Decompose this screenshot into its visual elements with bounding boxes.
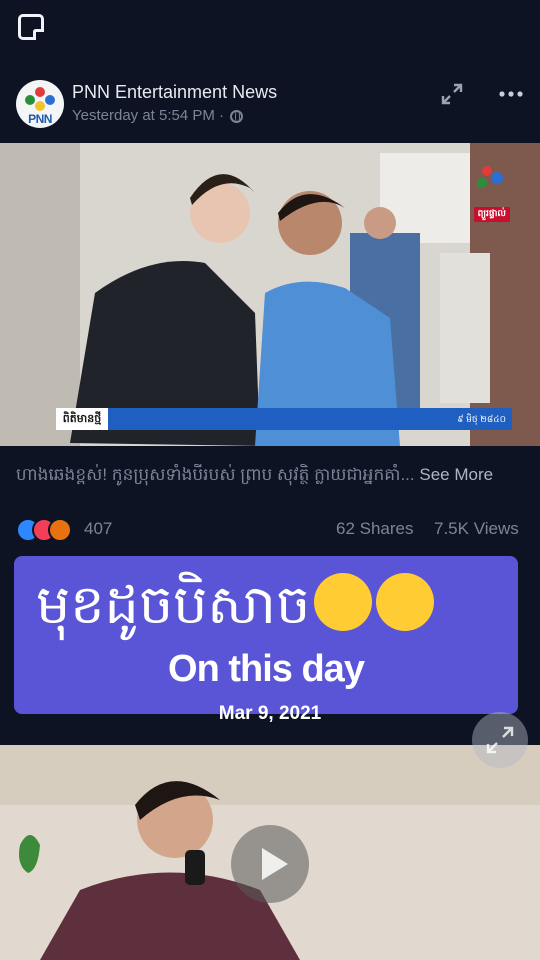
- avatar-logo-text: PNN: [28, 112, 52, 126]
- caption-text: ហាងឆេងខ្ពស់! កូនប្រុសទាំងបីរបស់ ព្រាប សុ…: [16, 465, 415, 484]
- memory-title-text: មុខដូចបិសាច: [36, 573, 311, 636]
- page-name[interactable]: PNN Entertainment News: [72, 82, 277, 103]
- reaction-count: 407: [84, 519, 113, 538]
- avatar[interactable]: PNN: [16, 80, 64, 128]
- new-post-icon[interactable]: [18, 14, 44, 40]
- memory-video[interactable]: [0, 745, 540, 960]
- memory-title: មុខដូចបិសាច: [36, 570, 435, 640]
- heart-eyes-icon: [376, 573, 435, 631]
- more-icon[interactable]: [498, 84, 524, 104]
- ticker-date: ៩ មិថុ ២៨៤០: [457, 414, 506, 424]
- fullscreen-icon[interactable]: [472, 712, 528, 768]
- channel-tag: ព្យួរផ្ទាល់: [473, 207, 510, 222]
- weary-face-icon: [314, 573, 373, 631]
- views-count: 7.5K Views: [434, 519, 519, 538]
- news-ticker: ពិតិមានថ្មី ៩ មិថុ ២៨៤០: [56, 408, 512, 430]
- post-header: PNN PNN Entertainment News Yesterday at …: [16, 80, 524, 132]
- globe-icon: [230, 110, 244, 123]
- post-caption: ហាងឆេងខ្ពស់! កូនប្រុសទាំងបីរបស់ ព្រាប សុ…: [16, 464, 526, 489]
- memory-date: Mar 9, 2021: [218, 703, 322, 724]
- post-photo[interactable]: ព្យួរផ្ទាល់ ពិតិមានថ្មី ៩ មិថុ ២៨៤០: [0, 143, 540, 446]
- memory-card: មុខដូចបិសាច On this day: [14, 556, 518, 714]
- post-meta: Yesterday at 5:54 PM ·: [72, 107, 244, 124]
- ticker-tag: ពិតិមានថ្មី: [56, 408, 108, 430]
- on-this-day-label: On this day: [168, 648, 365, 690]
- play-icon[interactable]: [231, 825, 309, 903]
- see-more-link[interactable]: See More: [419, 465, 493, 484]
- angry-reaction-icon: [48, 518, 72, 542]
- shares-count[interactable]: 62 Shares: [336, 519, 414, 539]
- post-timestamp[interactable]: Yesterday at 5:54 PM ·: [72, 107, 228, 124]
- expand-icon[interactable]: [440, 82, 464, 106]
